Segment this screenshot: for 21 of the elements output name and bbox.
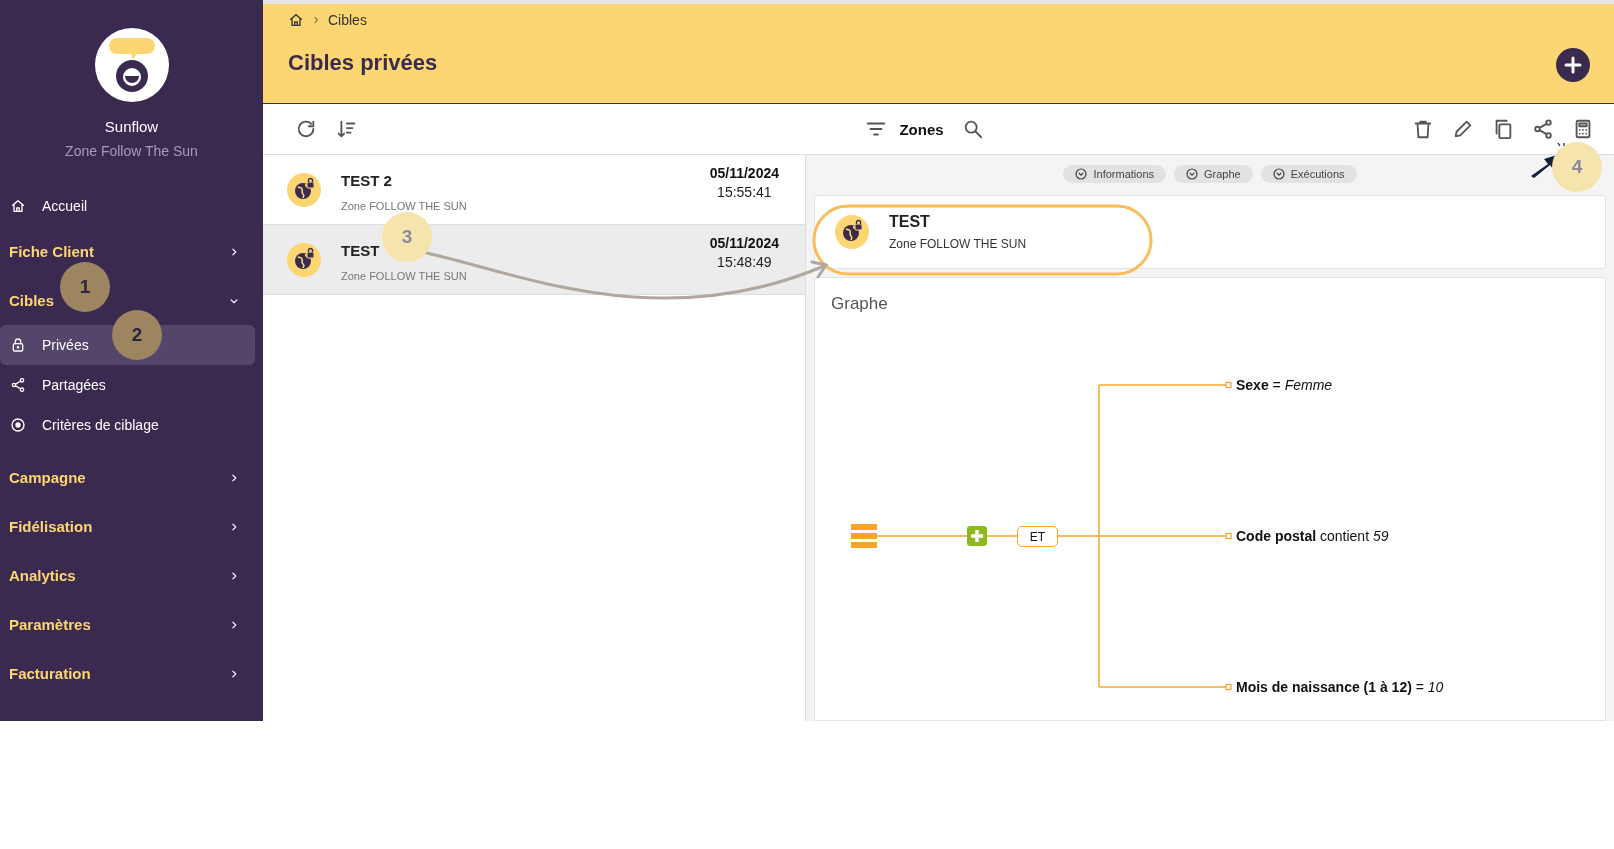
row-time: 15:55:41 bbox=[717, 184, 772, 200]
row-subtitle: Zone FOLLOW THE SUN bbox=[341, 200, 468, 212]
operator-node: ET bbox=[1017, 526, 1058, 547]
card-subtitle: Zone FOLLOW THE SUN bbox=[889, 237, 1027, 251]
page-title: Cibles privées bbox=[288, 50, 438, 76]
step-tooltip: 4 bbox=[1552, 142, 1602, 192]
row-subtitle: Zone FOLLOW THE SUN bbox=[341, 270, 468, 282]
condition-label: Sexe = Femme bbox=[1236, 377, 1333, 393]
panel-title: Graphe bbox=[831, 294, 889, 314]
card-title: TEST bbox=[889, 213, 931, 231]
row-date: 05/11/2024 bbox=[709, 165, 779, 181]
row-title: TEST bbox=[341, 242, 381, 259]
condition-label: Mois de naissance (1 à 12) = 10 bbox=[1236, 679, 1444, 695]
row-title: TEST 2 bbox=[341, 172, 393, 189]
filter-label: Zones bbox=[899, 120, 944, 138]
step-tooltip: 3 bbox=[382, 212, 432, 262]
row-time: 15:48:49 bbox=[717, 254, 772, 270]
brand-name: Sunflow bbox=[104, 118, 159, 135]
condition-label: Code postal contient 59 bbox=[1236, 528, 1389, 544]
brand-subtitle: Zone Follow The Sun bbox=[65, 143, 198, 159]
row-date: 05/11/2024 bbox=[709, 235, 779, 251]
